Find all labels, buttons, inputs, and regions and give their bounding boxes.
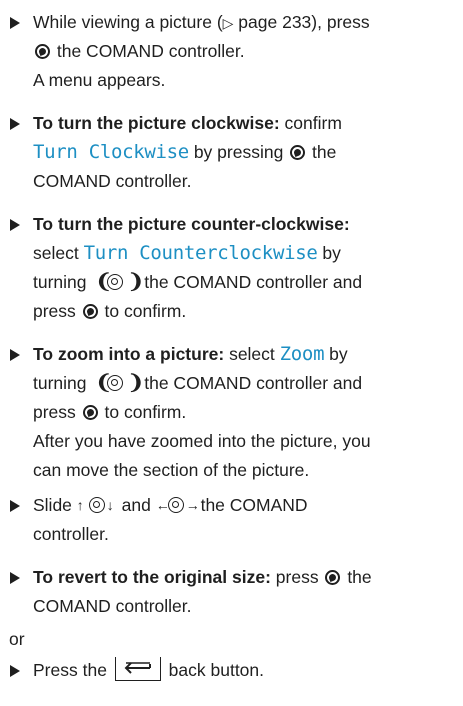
menu-item-turn-clockwise[interactable]: Turn Clockwise (33, 141, 189, 163)
step-text: the (307, 142, 337, 162)
step-text: COMAND controller. (33, 171, 192, 191)
step-text: COMAND controller. (33, 596, 192, 616)
step-line: controller. (33, 520, 459, 549)
step-text: press (33, 402, 81, 422)
step-line: COMAND controller. (33, 592, 459, 621)
step-line: press to confirm. (33, 297, 459, 326)
step-press-back: Press the back button. (9, 656, 459, 685)
step-text: turning (33, 272, 92, 292)
step-heading: To turn the picture clockwise: (33, 113, 280, 133)
turn-controller-icon: ❨ ❩ (95, 372, 145, 395)
step-zoom: To zoom into a picture: select Zoom by t… (9, 340, 459, 485)
step-text: page 233), press (233, 12, 370, 32)
step-line: the COMAND controller. (33, 37, 459, 66)
bullet-icon (10, 17, 20, 29)
step-turn-counterclockwise: To turn the picture counter-clockwise: s… (9, 210, 459, 326)
step-text: back button. (163, 660, 265, 680)
step-open-menu: While viewing a picture (▷ page 233), pr… (9, 8, 459, 95)
step-line: press to confirm. (33, 398, 459, 427)
step-line: To revert to the original size: press th… (33, 563, 459, 592)
step-text: press (270, 567, 324, 587)
slide-horizontal-icon: ← → (155, 497, 200, 514)
step-text: While viewing a picture ( (33, 12, 223, 32)
step-text: turning (33, 373, 92, 393)
step-line: To zoom into a picture: select Zoom by (33, 340, 459, 369)
step-turn-clockwise: To turn the picture clockwise: confirm T… (9, 109, 459, 196)
step-heading: To revert to the original size: (33, 567, 271, 587)
step-text: and (116, 495, 156, 515)
step-result: can move the section of the picture. (33, 460, 310, 480)
step-line: A menu appears. (33, 66, 459, 95)
step-line: select Turn Counterclockwise by (33, 239, 459, 268)
step-heading: To zoom into a picture: (33, 344, 225, 364)
menu-item-turn-counterclockwise[interactable]: Turn Counterclockwise (84, 242, 318, 264)
step-text: confirm (279, 113, 342, 133)
press-controller-icon (35, 43, 50, 59)
bullet-icon (10, 349, 20, 361)
step-text: the COMAND controller and (139, 272, 363, 292)
step-text: by pressing (188, 142, 289, 162)
step-line: To turn the picture counter-clockwise: (33, 210, 459, 239)
step-text: the (342, 567, 372, 587)
press-controller-icon (325, 569, 341, 585)
step-result: After you have zoomed into the picture, … (33, 431, 371, 451)
step-revert-size: To revert to the original size: press th… (9, 563, 459, 621)
step-slide: Slide ↑ ↓ and ← → the COMAND controller. (9, 491, 459, 549)
step-text: by (317, 243, 341, 263)
turn-controller-icon: ❨ ❩ (95, 271, 145, 294)
instruction-page: While viewing a picture (▷ page 233), pr… (9, 0, 459, 685)
step-result: A menu appears. (33, 70, 166, 90)
step-line: Press the back button. (33, 656, 459, 685)
step-text: by (324, 344, 348, 364)
step-line: turning ❨ ❩ the COMAND controller and (33, 268, 459, 297)
bullet-icon (10, 665, 20, 677)
step-line: To turn the picture clockwise: confirm (33, 109, 459, 138)
step-text: to confirm. (99, 402, 187, 422)
step-line: While viewing a picture (▷ page 233), pr… (33, 8, 459, 37)
step-text: press (33, 301, 81, 321)
step-text: the COMAND controller. (52, 41, 245, 61)
press-controller-icon (82, 404, 98, 420)
step-text: controller. (33, 524, 109, 544)
step-text: select (33, 243, 84, 263)
step-line: Slide ↑ ↓ and ← → the COMAND (33, 491, 459, 520)
menu-item-zoom[interactable]: Zoom (280, 343, 325, 365)
press-controller-icon (82, 303, 98, 319)
step-text: Slide (33, 495, 77, 515)
bullet-icon (10, 219, 20, 231)
or-separator: or (9, 625, 459, 654)
bullet-icon (10, 500, 20, 512)
step-line: turning ❨ ❩ the COMAND controller and (33, 369, 459, 398)
back-button-icon (114, 657, 161, 682)
bullet-icon (10, 572, 20, 584)
step-line: can move the section of the picture. (33, 456, 459, 485)
press-controller-icon (290, 144, 306, 160)
or-text: or (9, 629, 25, 649)
step-heading: To turn the picture counter-clockwise: (33, 214, 350, 234)
step-line: Turn Clockwise by pressing the (33, 138, 459, 167)
step-text: select (224, 344, 280, 364)
step-line: COMAND controller. (33, 167, 459, 196)
step-line: After you have zoomed into the picture, … (33, 427, 459, 456)
step-text: to confirm. (99, 301, 187, 321)
step-text: Press the (33, 660, 112, 680)
step-text: the COMAND (195, 495, 308, 515)
page-ref-arrow-icon: ▷ (222, 15, 234, 31)
slide-vertical-icon: ↑ ↓ (76, 497, 114, 514)
bullet-icon (10, 118, 20, 130)
step-text: the COMAND controller and (139, 373, 363, 393)
